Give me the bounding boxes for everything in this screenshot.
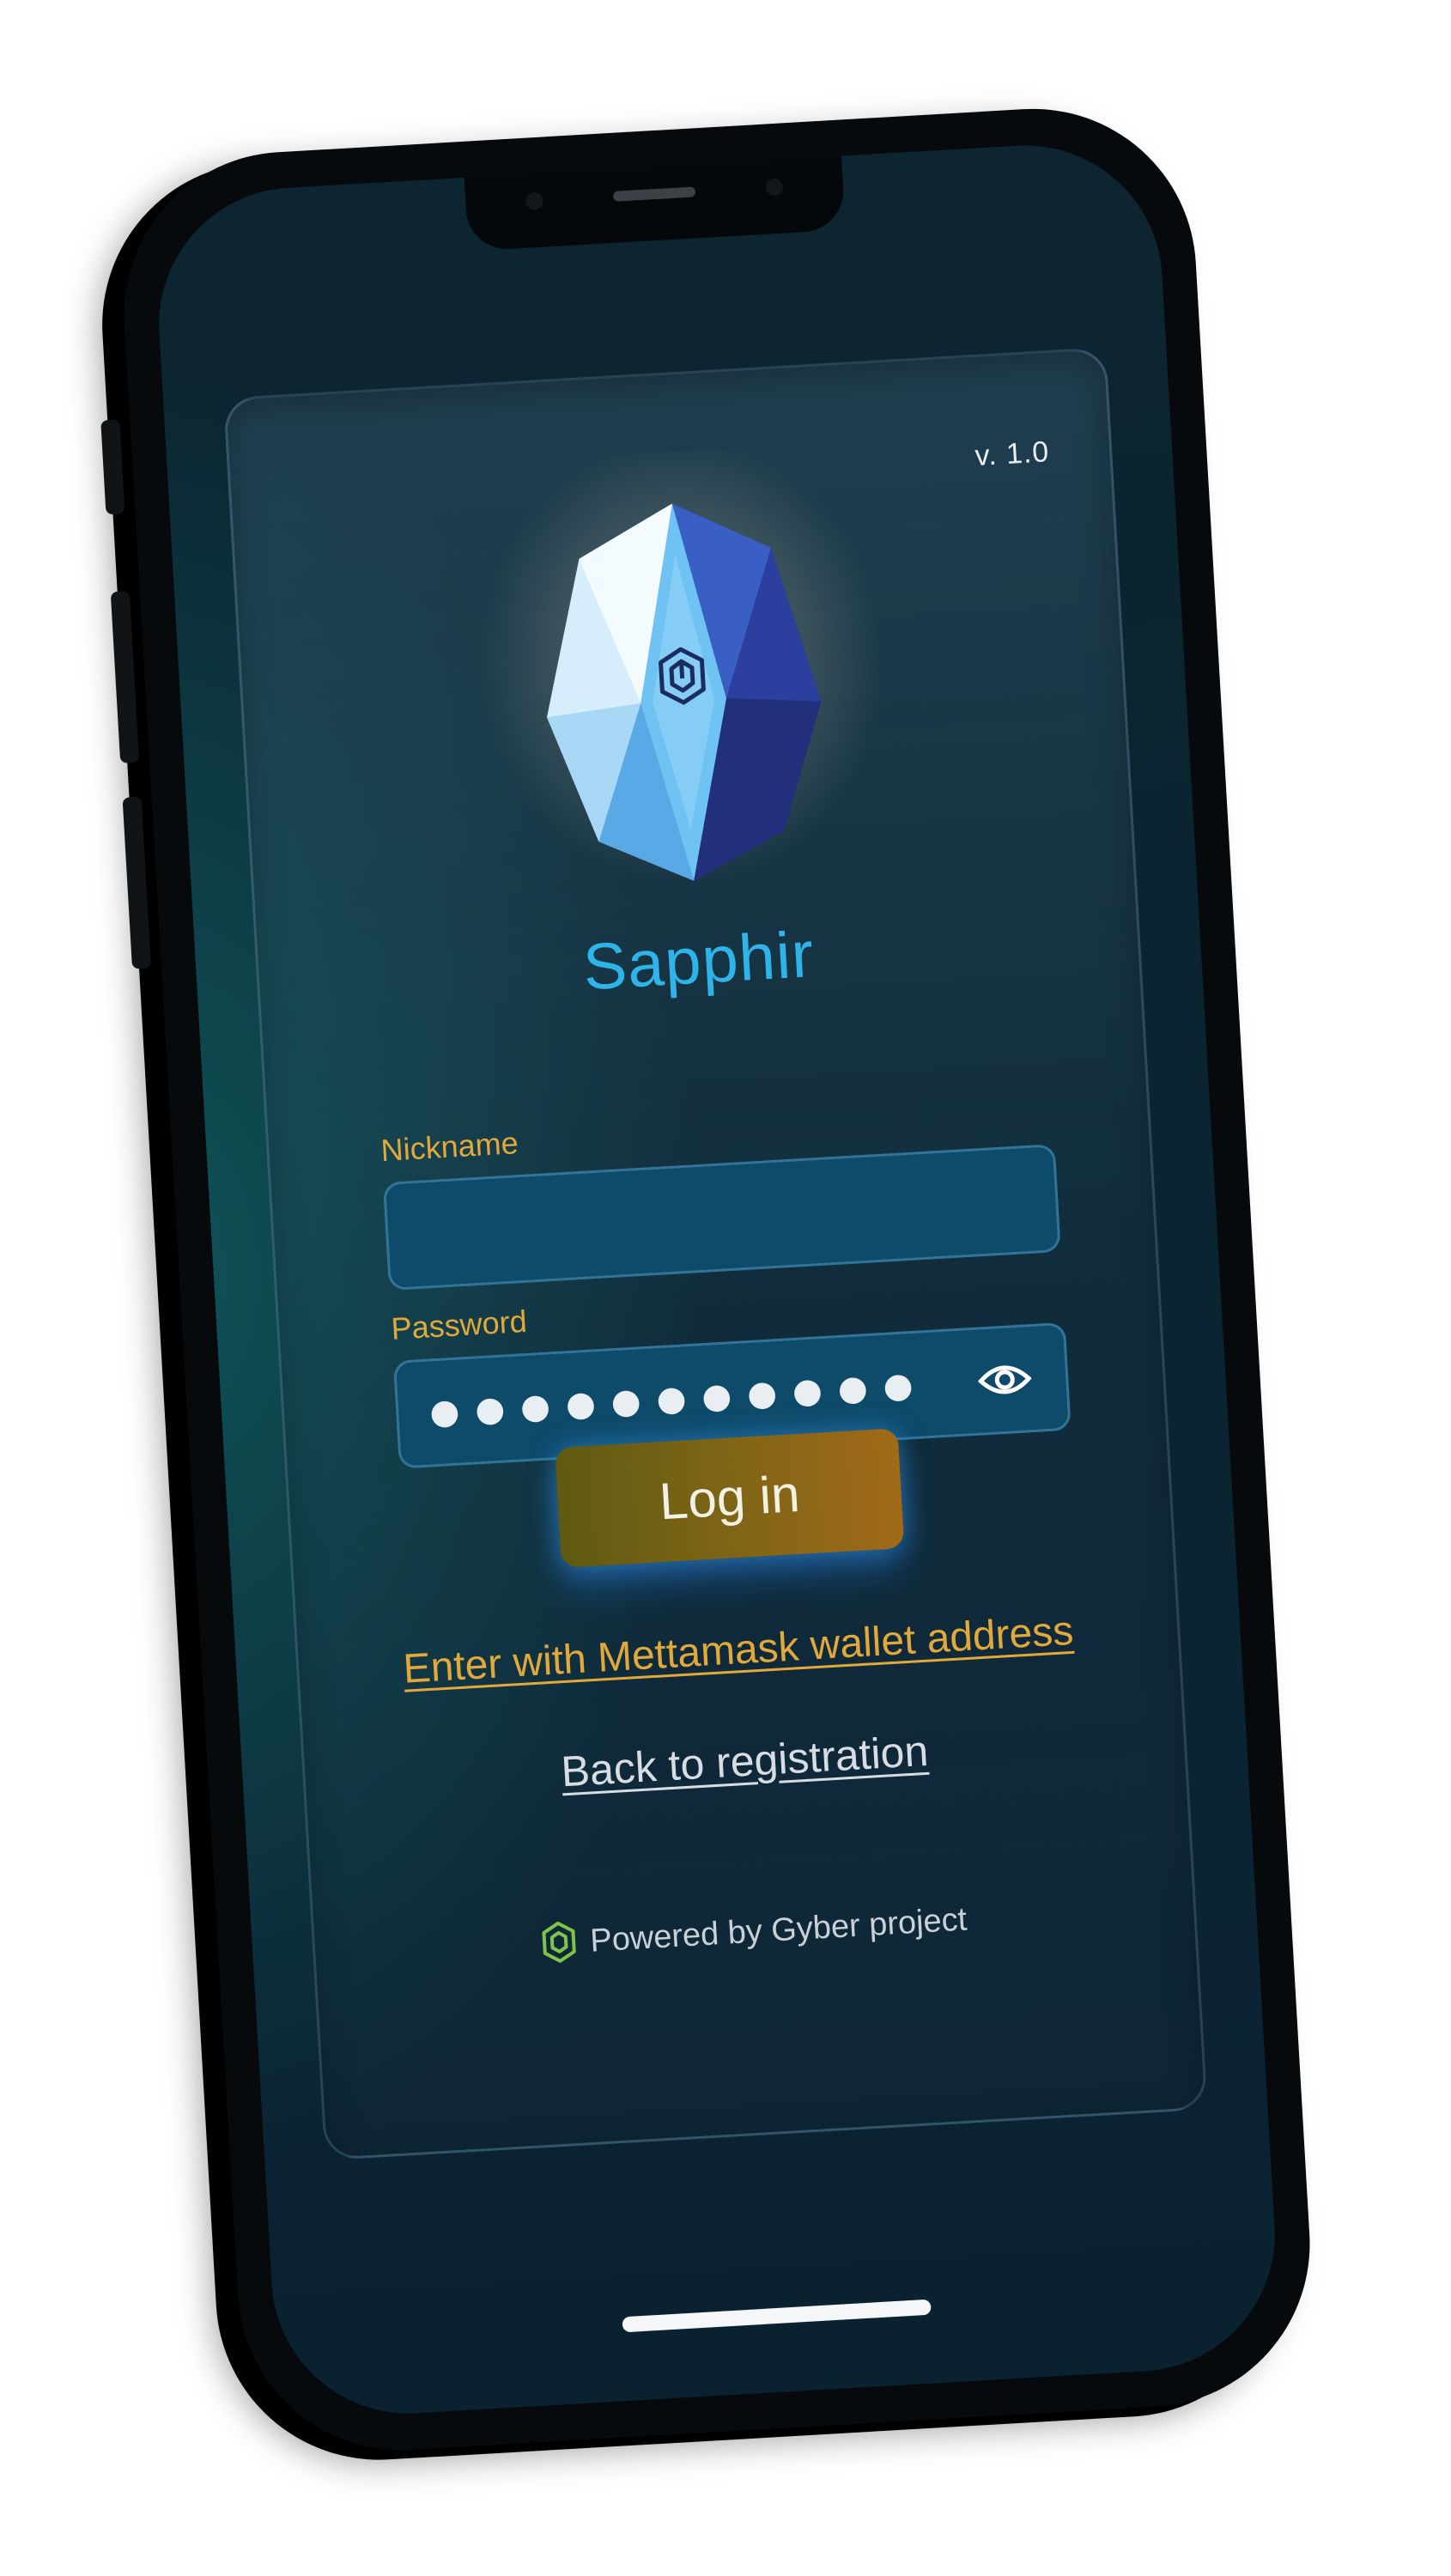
- gem-graphic: [546, 503, 822, 881]
- back-to-registration-link[interactable]: Back to registration: [305, 1711, 1186, 1812]
- volume-down-button: [122, 796, 152, 969]
- version-label: v. 1.0: [974, 435, 1051, 473]
- mute-switch: [100, 419, 125, 515]
- nickname-label: Nickname: [379, 1125, 519, 1169]
- eye-icon[interactable]: [977, 1359, 1032, 1400]
- home-indicator[interactable]: [622, 2299, 932, 2333]
- front-camera: [765, 178, 784, 197]
- speaker-grille: [612, 186, 696, 202]
- app-title: Sapphir: [580, 917, 817, 1005]
- login-button[interactable]: Log in: [554, 1428, 905, 1568]
- phone-screen: v. 1.0 Sapphir Nickname Password ●●●●●●●…: [151, 137, 1283, 2421]
- password-masked-value: ●●●●●●●●●●●: [428, 1364, 930, 1433]
- nickname-field[interactable]: [382, 1144, 1061, 1291]
- phone-mockup: v. 1.0 Sapphir Nickname Password ●●●●●●●…: [100, 100, 1320, 2459]
- password-label: Password: [390, 1303, 528, 1346]
- gyber-logo-icon: [542, 1921, 577, 1963]
- login-card: v. 1.0 Sapphir Nickname Password ●●●●●●●…: [222, 347, 1208, 2160]
- volume-up-button: [110, 591, 140, 763]
- sapphire-gem-icon: [437, 439, 928, 929]
- sensor-dot: [525, 191, 543, 210]
- powered-by-text: Powered by Gyber project: [589, 1901, 968, 1959]
- metamask-login-link[interactable]: Enter with Mettamask wallet address: [298, 1601, 1178, 1699]
- powered-by-footer: Powered by Gyber project: [314, 1884, 1194, 1978]
- stage: v. 1.0 Sapphir Nickname Password ●●●●●●●…: [0, 0, 1451, 2576]
